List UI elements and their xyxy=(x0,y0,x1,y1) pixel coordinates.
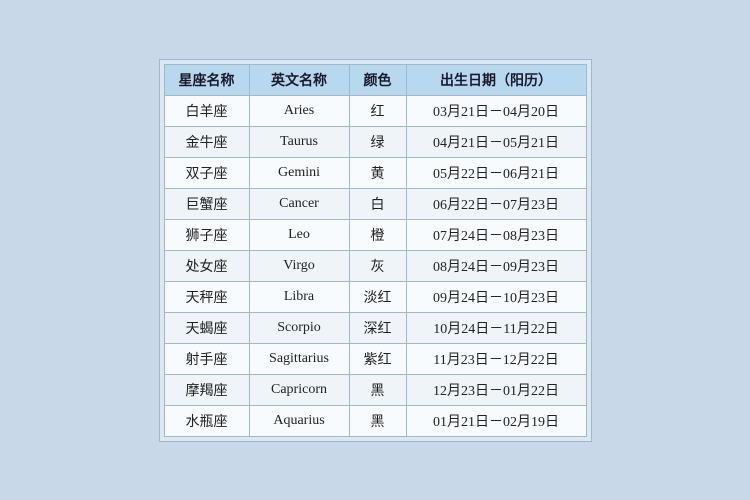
zodiac-table-container: 星座名称 英文名称 颜色 出生日期（阳历） 白羊座Aries红03月21日－04… xyxy=(159,59,592,442)
table-row: 天秤座Libra淡红09月24日－10月23日 xyxy=(164,281,586,312)
cell-date: 01月21日－02月19日 xyxy=(406,405,586,436)
cell-date: 11月23日－12月22日 xyxy=(406,343,586,374)
cell-chinese: 处女座 xyxy=(164,250,249,281)
table-row: 双子座Gemini黄05月22日－06月21日 xyxy=(164,157,586,188)
cell-english: Libra xyxy=(249,281,349,312)
cell-english: Virgo xyxy=(249,250,349,281)
cell-color: 灰 xyxy=(349,250,406,281)
table-row: 摩羯座Capricorn黑12月23日－01月22日 xyxy=(164,374,586,405)
cell-english: Sagittarius xyxy=(249,343,349,374)
cell-date: 12月23日－01月22日 xyxy=(406,374,586,405)
cell-date: 05月22日－06月21日 xyxy=(406,157,586,188)
cell-date: 09月24日－10月23日 xyxy=(406,281,586,312)
zodiac-table: 星座名称 英文名称 颜色 出生日期（阳历） 白羊座Aries红03月21日－04… xyxy=(164,64,587,437)
header-chinese: 星座名称 xyxy=(164,64,249,95)
cell-color: 白 xyxy=(349,188,406,219)
cell-chinese: 天蝎座 xyxy=(164,312,249,343)
header-english: 英文名称 xyxy=(249,64,349,95)
cell-chinese: 金牛座 xyxy=(164,126,249,157)
cell-chinese: 狮子座 xyxy=(164,219,249,250)
cell-english: Taurus xyxy=(249,126,349,157)
cell-color: 紫红 xyxy=(349,343,406,374)
cell-english: Aquarius xyxy=(249,405,349,436)
cell-chinese: 水瓶座 xyxy=(164,405,249,436)
cell-date: 10月24日－11月22日 xyxy=(406,312,586,343)
cell-color: 深红 xyxy=(349,312,406,343)
cell-color: 淡红 xyxy=(349,281,406,312)
cell-english: Cancer xyxy=(249,188,349,219)
cell-chinese: 摩羯座 xyxy=(164,374,249,405)
cell-chinese: 巨蟹座 xyxy=(164,188,249,219)
cell-date: 04月21日－05月21日 xyxy=(406,126,586,157)
cell-color: 黄 xyxy=(349,157,406,188)
cell-english: Capricorn xyxy=(249,374,349,405)
cell-date: 07月24日－08月23日 xyxy=(406,219,586,250)
cell-english: Aries xyxy=(249,95,349,126)
cell-chinese: 射手座 xyxy=(164,343,249,374)
table-row: 白羊座Aries红03月21日－04月20日 xyxy=(164,95,586,126)
cell-date: 08月24日－09月23日 xyxy=(406,250,586,281)
table-row: 射手座Sagittarius紫红11月23日－12月22日 xyxy=(164,343,586,374)
cell-date: 03月21日－04月20日 xyxy=(406,95,586,126)
cell-color: 绿 xyxy=(349,126,406,157)
table-row: 水瓶座Aquarius黑01月21日－02月19日 xyxy=(164,405,586,436)
cell-date: 06月22日－07月23日 xyxy=(406,188,586,219)
table-row: 狮子座Leo橙07月24日－08月23日 xyxy=(164,219,586,250)
table-row: 巨蟹座Cancer白06月22日－07月23日 xyxy=(164,188,586,219)
table-header-row: 星座名称 英文名称 颜色 出生日期（阳历） xyxy=(164,64,586,95)
header-color: 颜色 xyxy=(349,64,406,95)
cell-color: 黑 xyxy=(349,405,406,436)
table-row: 处女座Virgo灰08月24日－09月23日 xyxy=(164,250,586,281)
cell-english: Leo xyxy=(249,219,349,250)
table-row: 天蝎座Scorpio深红10月24日－11月22日 xyxy=(164,312,586,343)
cell-color: 黑 xyxy=(349,374,406,405)
table-row: 金牛座Taurus绿04月21日－05月21日 xyxy=(164,126,586,157)
cell-chinese: 白羊座 xyxy=(164,95,249,126)
cell-color: 红 xyxy=(349,95,406,126)
cell-english: Scorpio xyxy=(249,312,349,343)
cell-color: 橙 xyxy=(349,219,406,250)
cell-chinese: 双子座 xyxy=(164,157,249,188)
header-date: 出生日期（阳历） xyxy=(406,64,586,95)
cell-chinese: 天秤座 xyxy=(164,281,249,312)
cell-english: Gemini xyxy=(249,157,349,188)
